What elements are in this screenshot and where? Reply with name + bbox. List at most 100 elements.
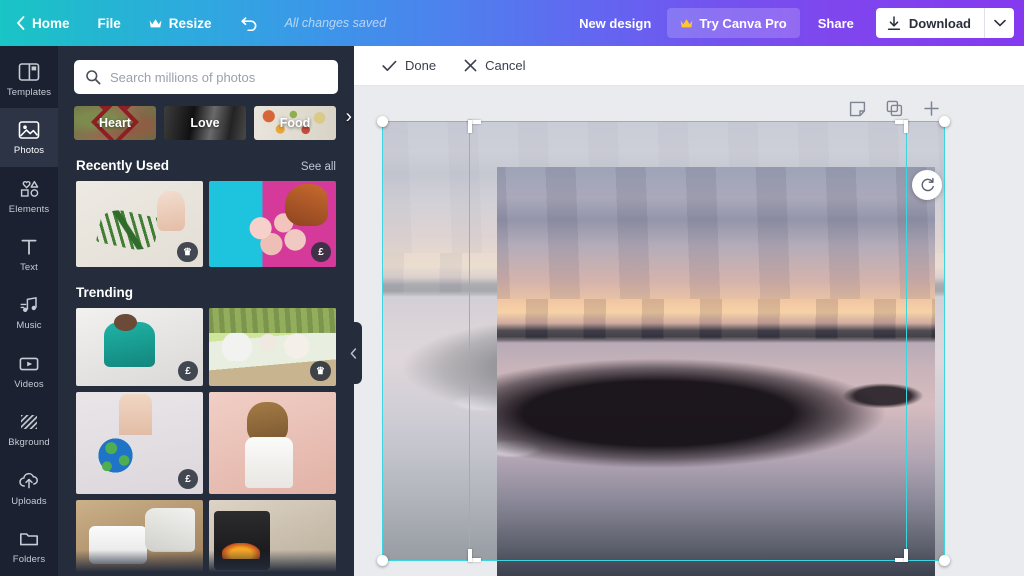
sidebar-item-folders[interactable]: Folders — [0, 518, 58, 576]
chevron-left-icon — [350, 347, 356, 359]
photo-thumbnail[interactable] — [209, 392, 336, 494]
sidebar-item-label: Elements — [8, 203, 50, 215]
cancel-button[interactable]: Cancel — [452, 52, 537, 80]
undo-icon — [240, 17, 256, 31]
price-badge: £ — [178, 469, 198, 489]
done-button-label: Done — [405, 58, 437, 73]
category-chip-label: Love — [190, 116, 220, 130]
left-sidebar-rail: Templates Photos Elements Text Music Vid… — [0, 46, 58, 576]
add-page-icon[interactable] — [923, 100, 940, 122]
photo-thumbnail[interactable]: ♛ — [76, 181, 203, 267]
photo-image — [497, 167, 935, 576]
section-title: Recently Used — [76, 158, 170, 173]
photo-thumbnail[interactable]: £ — [209, 181, 336, 267]
photo-thumbnail[interactable] — [76, 500, 203, 576]
sidebar-item-templates[interactable]: Templates — [0, 50, 58, 108]
photo-thumbnail[interactable]: £ — [76, 308, 203, 386]
resize-button-label: Resize — [168, 15, 212, 31]
sidebar-item-photos[interactable]: Photos — [0, 108, 58, 167]
photo-image — [76, 500, 203, 576]
top-toolbar: Home File Resize All changes saved New d… — [0, 0, 1024, 46]
sidebar-item-elements[interactable]: Elements — [0, 167, 58, 225]
sidebar-item-label: Music — [16, 320, 42, 332]
sidebar-item-text[interactable]: Text — [0, 225, 58, 283]
crop-preview-window — [497, 167, 935, 576]
top-toolbar-right: New design Try Canva Pro Share Download — [563, 0, 1024, 46]
templates-icon — [18, 61, 40, 83]
resize-button[interactable]: Resize — [135, 0, 226, 46]
trending-header: Trending — [58, 267, 354, 308]
sidebar-item-label: Text — [20, 262, 38, 274]
done-button[interactable]: Done — [370, 52, 448, 80]
category-chip-heart[interactable]: Heart — [74, 106, 156, 140]
category-chip-love[interactable]: Love — [164, 106, 246, 140]
videos-icon — [18, 353, 40, 375]
text-icon — [18, 236, 40, 258]
price-badge: £ — [311, 242, 331, 262]
file-menu-label: File — [97, 15, 121, 31]
chevron-right-icon[interactable]: › — [346, 108, 352, 127]
grid-column-right: ♛ — [209, 308, 336, 576]
sidebar-item-label: Bkground — [8, 437, 50, 449]
download-icon — [887, 15, 901, 30]
grid-column: £ — [209, 181, 336, 267]
category-chip-label: Heart — [99, 116, 131, 130]
sidebar-item-label: Folders — [12, 554, 46, 566]
download-options-caret[interactable] — [984, 8, 1014, 38]
crown-icon — [149, 18, 162, 27]
search-input[interactable] — [110, 69, 327, 85]
home-button-label: Home — [32, 15, 70, 31]
sidebar-item-uploads[interactable]: Uploads — [0, 459, 58, 517]
page-tools — [849, 100, 940, 122]
chevron-left-icon — [17, 16, 25, 30]
share-button[interactable]: Share — [800, 16, 872, 31]
panel-collapse-toggle[interactable] — [344, 322, 362, 384]
undo-button[interactable] — [226, 0, 273, 46]
section-title: Trending — [76, 285, 133, 300]
crop-action-bar: Done Cancel — [354, 46, 1024, 86]
notes-icon[interactable] — [849, 100, 866, 122]
chevron-down-icon — [993, 19, 1006, 27]
search-section — [58, 46, 354, 94]
cancel-button-label: Cancel — [485, 58, 526, 73]
category-chip-food[interactable]: Food — [254, 106, 336, 140]
price-badge: £ — [178, 361, 198, 381]
canva-editor-window: Home File Resize All changes saved New d… — [0, 0, 1024, 576]
close-icon — [464, 59, 477, 72]
folders-icon — [18, 528, 40, 550]
trending-grid: £ £ ♛ — [58, 308, 354, 576]
recently-used-header: Recently Used See all — [58, 140, 354, 181]
sidebar-item-music[interactable]: Music — [0, 284, 58, 342]
see-all-link[interactable]: See all — [301, 161, 336, 173]
music-icon — [18, 294, 40, 316]
file-menu-button[interactable]: File — [84, 0, 135, 46]
photo-image — [209, 500, 336, 576]
sidebar-item-videos[interactable]: Videos — [0, 342, 58, 400]
rotate-handle[interactable] — [912, 170, 942, 200]
save-status-text: All changes saved — [284, 16, 387, 30]
grid-column-left: £ £ — [76, 308, 203, 576]
sidebar-item-label: Photos — [13, 145, 45, 157]
photo-thumbnail[interactable]: ♛ — [209, 308, 336, 386]
photo-thumbnail[interactable] — [209, 500, 336, 576]
home-button[interactable]: Home — [0, 0, 84, 46]
new-design-button[interactable]: New design — [563, 16, 667, 31]
try-canva-pro-button[interactable]: Try Canva Pro — [667, 8, 800, 38]
category-chip-label: Food — [279, 116, 311, 130]
photo-thumbnail[interactable]: £ — [76, 392, 203, 494]
elements-icon — [18, 178, 40, 200]
photo-image — [209, 392, 336, 494]
recently-used-grid: ♛ £ — [58, 181, 354, 267]
sidebar-item-bkground[interactable]: Bkground — [0, 401, 58, 459]
category-chip-row: Heart Love Food › — [58, 94, 354, 140]
download-button-label: Download — [908, 15, 971, 31]
duplicate-icon[interactable] — [886, 100, 903, 122]
search-box[interactable] — [74, 60, 338, 94]
sidebar-item-label: Uploads — [11, 495, 47, 507]
canvas-zone — [354, 86, 1024, 576]
grid-column: ♛ — [76, 181, 203, 267]
photos-icon — [18, 119, 40, 141]
search-icon — [86, 70, 101, 85]
download-button[interactable]: Download — [876, 8, 984, 38]
crown-badge: ♛ — [177, 242, 198, 262]
